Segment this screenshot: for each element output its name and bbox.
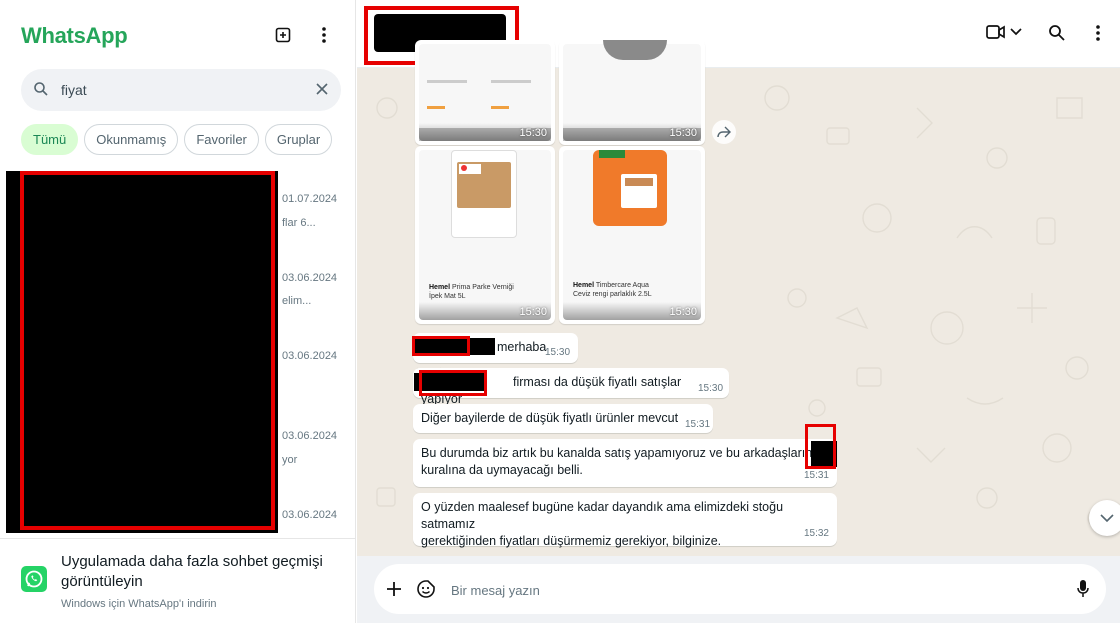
message-time: 15:31: [685, 419, 711, 430]
new-chat-button[interactable]: [270, 22, 296, 48]
message-text-line-2: gerektiğinden fiyatları düşürmemiz gerek…: [421, 534, 722, 548]
conversation-panel: 15:30 15:30 Hemel Prima Parke Verniği İp…: [357, 0, 1120, 623]
chat-date: 03.06.2024: [282, 272, 338, 284]
message-text: O yüzden maalesef bugüne kadar dayandık …: [421, 500, 784, 531]
video-call-button[interactable]: [986, 24, 1022, 40]
message-input[interactable]: [451, 579, 1011, 601]
video-camera-icon: [986, 25, 1005, 39]
message-bubble[interactable]: O yüzden maalesef bugüne kadar dayandık …: [413, 493, 837, 548]
redaction-highlight: [805, 424, 836, 469]
search-bar: [21, 69, 341, 111]
microphone-icon[interactable]: [1077, 579, 1089, 599]
redaction-highlight: [20, 171, 275, 530]
forward-icon: [717, 126, 731, 138]
message-bubble[interactable]: Bu durumda biz artık bu kanalda satış ya…: [413, 439, 837, 487]
redaction-highlight: [419, 370, 487, 396]
whatsapp-web-window: WhatsApp Tümü Okunmamış Fav: [0, 0, 1120, 623]
filter-chip-groups[interactable]: Gruplar: [264, 124, 333, 155]
image-message[interactable]: Hemel Prima Parke Verniği İpek Mat 5L 15:…: [415, 146, 555, 324]
product-caption: Hemel Timbercare Aqua Ceviz rengi parlakl…: [573, 282, 652, 298]
chat-preview: yor: [282, 454, 298, 466]
kebab-menu-icon: [322, 27, 326, 43]
kebab-menu-icon: [1096, 25, 1100, 41]
chat-date: 03.06.2024: [282, 430, 338, 442]
message-text: Bu durumda biz artık bu kanalda satış ya…: [421, 446, 813, 460]
filter-chips: Tümü Okunmamış Favoriler Gruplar: [21, 124, 333, 155]
message-bubble[interactable]: Diğer bayilerde de düşük fiyatlı ürünler…: [413, 404, 713, 433]
message-time: 15:30: [669, 306, 697, 318]
message-time: 15:30: [698, 383, 724, 394]
product-caption: Hemel Prima Parke Verniği İpek Mat 5L: [429, 284, 514, 300]
search-icon: [1049, 25, 1065, 41]
compose-box: [374, 564, 1106, 614]
menu-button[interactable]: [311, 22, 337, 48]
chevron-down-icon: [1010, 28, 1022, 36]
message-time: 15:30: [669, 127, 697, 139]
chat-preview: elim...: [282, 295, 312, 307]
message-text-line-2: kuralına da uymayacağı belli.: [421, 463, 583, 477]
chat-date: 03.06.2024: [282, 350, 338, 362]
clear-search-icon[interactable]: [315, 82, 329, 96]
message-time: 15:30: [519, 127, 547, 139]
chat-date: 01.07.2024: [282, 193, 338, 205]
promo-subtitle: Windows için WhatsApp'ı indirin: [61, 598, 217, 610]
message-time: 15:31: [803, 470, 829, 481]
chat-date: 03.06.2024: [282, 509, 338, 521]
search-input[interactable]: [61, 79, 301, 101]
chat-preview: flar 6...: [282, 217, 316, 229]
message-time: 15:30: [545, 347, 571, 358]
message-composer: [357, 556, 1120, 623]
redaction-highlight: [412, 336, 470, 356]
chat-menu-button[interactable]: [1095, 24, 1101, 42]
filter-chip-favorites[interactable]: Favoriler: [184, 124, 259, 155]
filter-chip-all[interactable]: Tümü: [21, 124, 79, 155]
search-icon: [34, 82, 48, 96]
image-message[interactable]: 15:30: [559, 40, 705, 145]
message-time: 15:30: [519, 306, 547, 318]
image-message[interactable]: 15:30: [415, 40, 555, 145]
attach-plus-icon[interactable]: [387, 582, 401, 596]
scroll-to-bottom-button[interactable]: [1089, 500, 1120, 536]
message-text: Diğer bayilerde de düşük fiyatlı ürünler…: [421, 411, 679, 425]
forward-button[interactable]: [712, 120, 736, 144]
message-time: 15:32: [803, 528, 829, 539]
promo-title: Uygulamada daha fazla sohbet geçmişi gör…: [61, 553, 323, 590]
chevron-down-icon: [1100, 513, 1114, 522]
sticker-emoji-icon[interactable]: [417, 580, 435, 598]
image-message[interactable]: Hemel Timbercare Aqua Ceviz rengi parlakl…: [559, 146, 705, 324]
message-text: merhaba: [497, 340, 547, 354]
search-chat-button[interactable]: [1048, 24, 1066, 42]
whatsapp-logo-icon: [21, 566, 47, 592]
new-chat-icon: [275, 27, 291, 43]
filter-chip-unread[interactable]: Okunmamış: [84, 124, 179, 155]
app-brand: WhatsApp: [21, 23, 128, 48]
chat-list-panel: WhatsApp Tümü Okunmamış Fav: [0, 0, 356, 623]
